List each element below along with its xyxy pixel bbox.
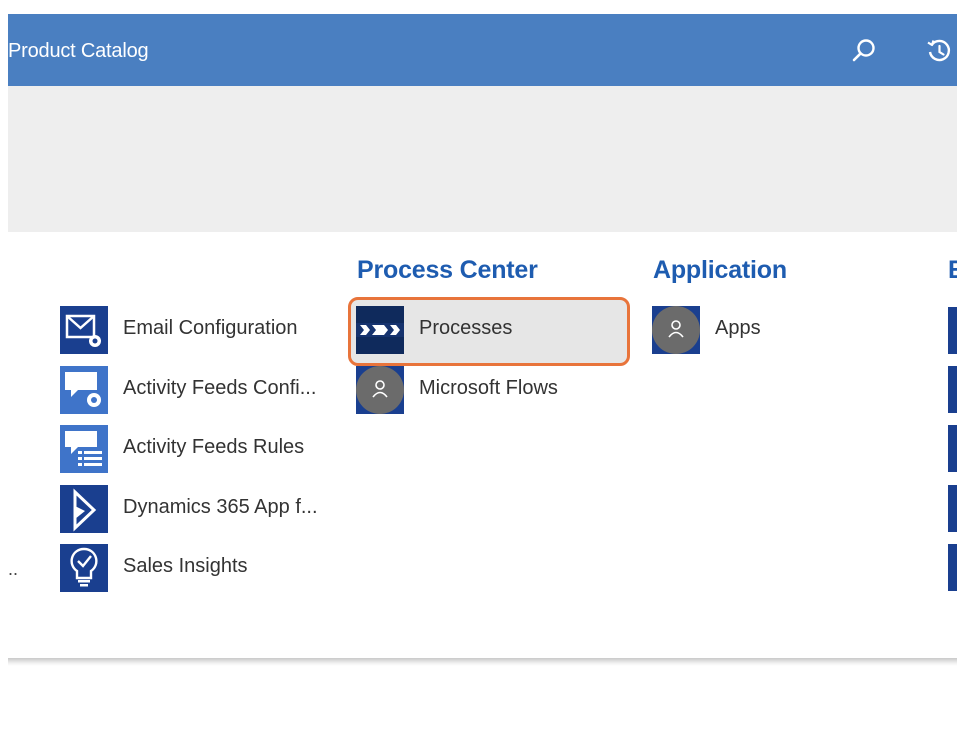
email-config-icon [60,306,108,354]
page: Product Catalog .. Email Configuration A… [0,0,957,737]
tile-partial-icon[interactable] [948,485,957,532]
tile-label: Dynamics 365 App f... [123,496,318,518]
user-avatar-icon [356,366,404,414]
tile-label: Processes [419,317,513,339]
group-title-process-center: Process Center [357,256,538,284]
tile-label: Apps [715,317,761,339]
sitemap-panel: .. Email Configuration Activity Feeds Co… [8,232,957,660]
tile-apps[interactable]: Apps [652,304,852,356]
activity-feeds-config-icon [60,366,108,414]
tile-label: Microsoft Flows [419,377,558,399]
tile-sales-insights[interactable]: Sales Insights [60,542,320,594]
truncated-column-text: .. [8,559,19,579]
tile-microsoft-flows[interactable]: Microsoft Flows [356,364,616,416]
user-avatar-icon [652,306,700,354]
tile-partial-icon[interactable] [948,425,957,472]
search-icon[interactable] [849,36,879,66]
tile-label: Activity Feeds Rules [123,436,305,458]
group-title-partial: E [948,256,957,284]
tile-partial-icon[interactable] [948,307,957,354]
tile-dynamics-365-app[interactable]: Dynamics 365 App f... [60,483,320,535]
tile-partial-icon[interactable] [948,544,957,591]
tile-label: Sales Insights [123,555,248,577]
tile-partial-icon[interactable] [948,366,957,413]
tile-label: Email Configuration [123,317,298,339]
tile-processes[interactable]: Processes [356,304,616,356]
history-icon[interactable] [924,36,954,66]
content-header-band [8,86,957,232]
tile-activity-feeds-config[interactable]: Activity Feeds Confi... [60,364,320,416]
top-nav-bar: Product Catalog [8,14,957,86]
dynamics-365-icon [60,485,108,533]
panel-shadow [8,658,957,666]
tile-email-configuration[interactable]: Email Configuration [60,304,320,356]
group-title-application: Application [653,256,787,284]
tile-activity-feeds-rules[interactable]: Activity Feeds Rules [60,423,320,475]
app-title[interactable]: Product Catalog [8,40,149,63]
tile-label: Activity Feeds Confi... [123,377,317,399]
processes-icon [356,306,404,354]
sales-insights-icon [60,544,108,592]
activity-feeds-rules-icon [60,425,108,473]
